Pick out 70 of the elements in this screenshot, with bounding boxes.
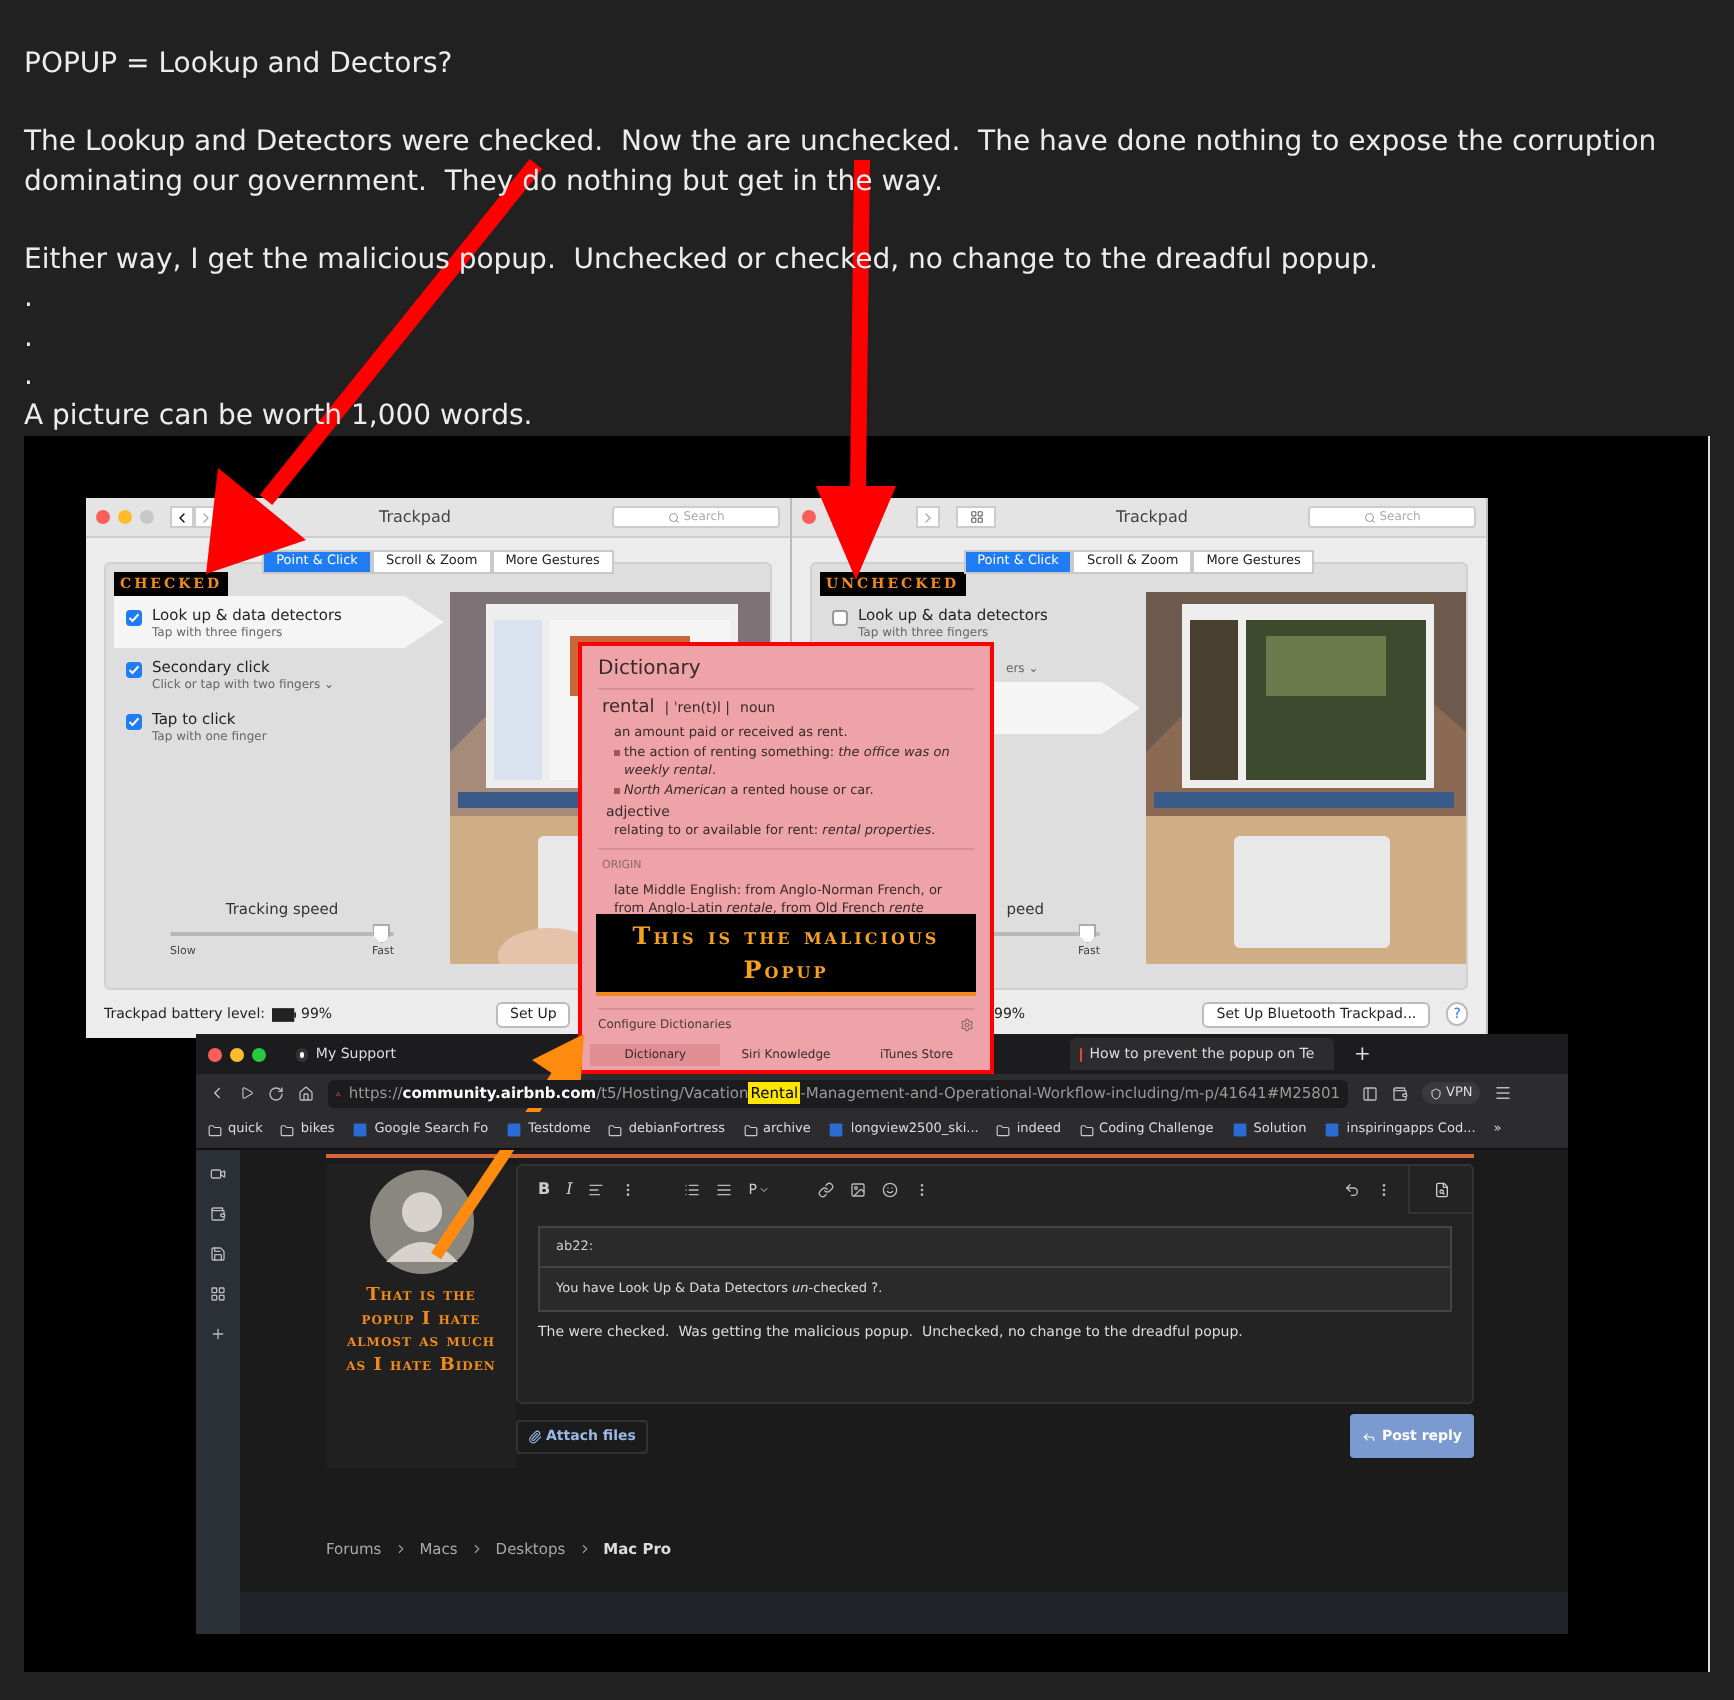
wallet-icon[interactable] — [1392, 1085, 1408, 1101]
callout-label: This is the malicious Popup — [596, 914, 976, 997]
page-icon — [828, 1122, 845, 1138]
avatar — [369, 1170, 473, 1274]
post-text: . — [24, 319, 35, 357]
bullet-icon — [614, 787, 620, 793]
menu-icon[interactable] — [1494, 1084, 1513, 1102]
checkmark-icon — [128, 612, 140, 624]
folder-icon — [608, 1123, 623, 1137]
link-icon[interactable] — [817, 1182, 834, 1198]
window-title: Trackpad — [1114, 505, 1190, 529]
reload-icon[interactable] — [268, 1085, 284, 1101]
image-icon[interactable] — [849, 1182, 866, 1198]
list-icon[interactable] — [684, 1182, 701, 1198]
popup-title: Dictionary — [598, 658, 703, 682]
post-text: . — [24, 358, 35, 396]
speed-slider[interactable] — [170, 923, 394, 944]
back-icon[interactable] — [208, 1084, 226, 1102]
bold-button[interactable]: B — [538, 1178, 551, 1202]
chevron-icon — [393, 1542, 408, 1557]
paperclip-icon — [528, 1429, 542, 1443]
back-button[interactable] — [170, 506, 194, 528]
chevron-right-icon — [198, 509, 214, 525]
reply-icon — [1361, 1429, 1376, 1443]
chevron-icon — [469, 1542, 484, 1557]
chevron-left-icon — [174, 509, 190, 525]
page-icon — [1324, 1122, 1341, 1138]
post-text: . — [24, 280, 35, 318]
search-icon — [667, 511, 680, 523]
forward-icon[interactable] — [240, 1086, 254, 1100]
window-title: Trackpad — [377, 505, 453, 529]
post-text: POPUP = Lookup and Dectors? — [24, 46, 455, 84]
save-icon[interactable] — [210, 1246, 226, 1262]
site-icon — [296, 1047, 308, 1061]
bullet-icon — [614, 749, 620, 755]
page-icon — [506, 1122, 523, 1138]
new-tab-button[interactable]: + — [1354, 1039, 1371, 1069]
page-icon — [352, 1122, 369, 1138]
video-icon[interactable] — [210, 1166, 226, 1182]
headword: rental — [602, 696, 655, 722]
italic-button[interactable]: I — [566, 1178, 573, 1202]
home-icon[interactable] — [298, 1085, 314, 1101]
emoji-icon[interactable] — [881, 1182, 898, 1198]
grid-button[interactable] — [956, 506, 996, 528]
align-icon[interactable] — [716, 1182, 733, 1198]
shield-icon — [1430, 1087, 1442, 1099]
preview-button[interactable] — [1408, 1166, 1472, 1214]
folder-icon — [208, 1123, 222, 1137]
sidebar-icon[interactable] — [1362, 1085, 1378, 1101]
undo-icon[interactable] — [1344, 1182, 1360, 1198]
plus-icon[interactable] — [210, 1326, 226, 1342]
checkbox[interactable] — [832, 610, 848, 626]
chevron-down-icon — [757, 1184, 770, 1196]
chevron-right-icon — [920, 509, 936, 525]
page-icon — [1231, 1122, 1248, 1138]
file-search-icon — [1433, 1181, 1449, 1197]
caption-text: That is the popup I hate almost as much as I hate Biden — [344, 1286, 498, 1378]
search-icon — [1363, 511, 1376, 523]
folder-icon — [280, 1123, 295, 1137]
folder-icon — [996, 1123, 1011, 1137]
checkmark-icon — [128, 664, 140, 676]
align-icon[interactable] — [588, 1182, 605, 1198]
battery-icon — [271, 1007, 295, 1021]
grid-icon[interactable] — [210, 1286, 226, 1302]
chevron-icon — [577, 1542, 592, 1557]
checkmark-icon — [128, 716, 140, 728]
grid-icon — [969, 510, 983, 524]
wallet-icon[interactable] — [210, 1206, 226, 1222]
folder-icon — [1079, 1123, 1094, 1137]
folder-icon — [743, 1123, 758, 1137]
